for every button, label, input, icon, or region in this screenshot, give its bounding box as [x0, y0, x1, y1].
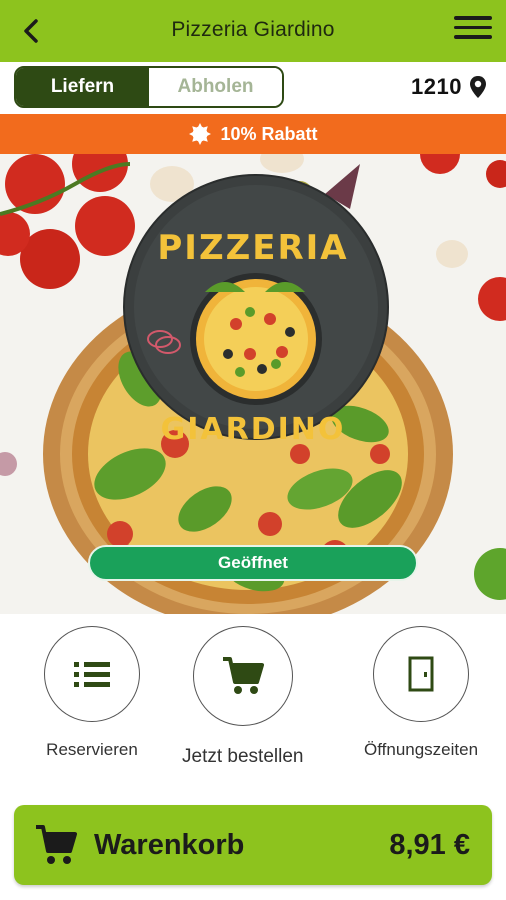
- postcode-text: 1210: [411, 74, 462, 99]
- list-icon: [74, 662, 110, 687]
- order-now-circle: [192, 626, 293, 726]
- discount-text: 10% Rabatt: [220, 123, 318, 144]
- door-icon: [408, 656, 434, 692]
- opening-hours-button[interactable]: Öffnungszeiten: [364, 626, 478, 760]
- cart-total: 8,91 €: [389, 829, 470, 861]
- delivery-row: Liefern Abholen 1210: [0, 62, 506, 114]
- menu-button[interactable]: [454, 16, 492, 46]
- logo-text-top: PIZZERIA: [157, 228, 349, 268]
- cart-button[interactable]: Warenkorb 8,91 €: [14, 805, 492, 885]
- hamburger-menu-icon: [454, 16, 492, 20]
- reserve-button[interactable]: Reservieren: [44, 626, 140, 760]
- open-status-button[interactable]: Geöffnet: [88, 545, 418, 581]
- cart-icon: [222, 657, 264, 694]
- action-row: Reservieren Jetzt bestellen Öffnungszeit…: [0, 614, 506, 794]
- reserve-label: Reservieren: [46, 740, 138, 759]
- badge-icon: [189, 123, 212, 145]
- top-bar: Pizzeria Giardino: [0, 0, 506, 62]
- opening-hours-label: Öffnungszeiten: [364, 740, 479, 759]
- app-root: Pizzeria Giardino Liefern Abholen 1210 1…: [0, 0, 506, 900]
- map-pin-icon: [470, 76, 486, 98]
- delivery-toggle: Liefern Abholen: [14, 66, 284, 108]
- order-now-label: Jetzt bestellen: [182, 746, 304, 767]
- cart-icon: [36, 825, 77, 864]
- postcode-selector[interactable]: 1210: [411, 74, 488, 100]
- opening-hours-circle: [373, 626, 470, 722]
- order-now-button[interactable]: Jetzt bestellen: [182, 626, 303, 768]
- logo-text-bottom: GIARDINO: [160, 412, 346, 447]
- discount-banner[interactable]: 10% Rabatt: [0, 114, 506, 154]
- tab-abholen[interactable]: Abholen: [149, 68, 282, 106]
- cart-label: Warenkorb: [94, 829, 245, 861]
- page-title: Pizzeria Giardino: [171, 18, 335, 41]
- tab-liefern[interactable]: Liefern: [16, 68, 149, 106]
- reserve-circle: [44, 626, 140, 722]
